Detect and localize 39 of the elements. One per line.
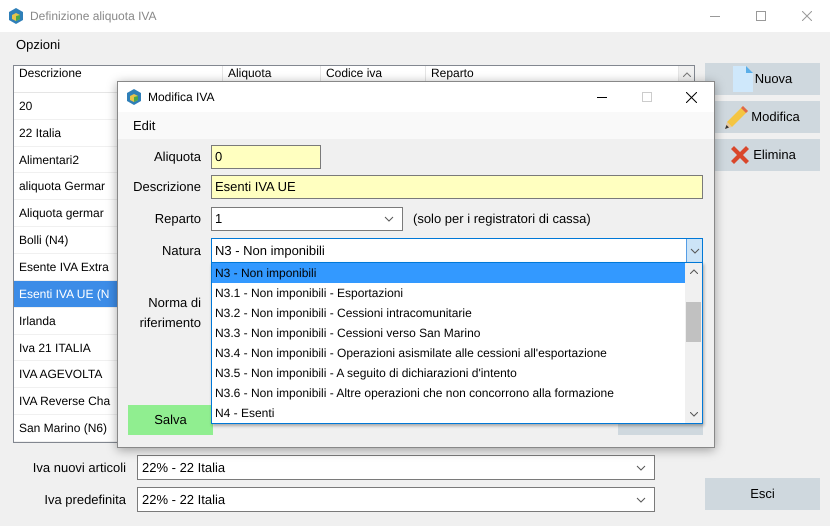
action-button[interactable]: Nuova (705, 63, 820, 95)
field-label: Natura (160, 242, 201, 260)
scroll-down-icon (690, 412, 698, 417)
delete-icon (729, 144, 752, 166)
menu-item[interactable]: Opzioni (16, 35, 60, 55)
scrollbar[interactable] (685, 263, 702, 423)
select-field[interactable]: 22% - 22 Italia (137, 487, 655, 512)
menu-item[interactable]: Edit (133, 116, 156, 136)
select-field[interactable]: 22% - 22 Italia (137, 455, 655, 480)
dropdown-option[interactable]: N4 - Esenti (212, 403, 685, 423)
select-field[interactable]: 1 (211, 207, 403, 231)
close-icon (802, 11, 812, 21)
window-title: Definizione aliquota IVA (30, 8, 157, 25)
scroll-up-icon (682, 72, 690, 77)
field-label: Reparto (154, 210, 201, 228)
chevron-down-icon (690, 248, 700, 254)
scrollbar-thumb[interactable] (686, 302, 701, 342)
field-label: Iva nuovi articoli (32, 458, 126, 477)
close-icon (686, 92, 697, 102)
input-field[interactable]: 0 (211, 145, 321, 169)
input-field[interactable]: Esenti IVA UE (211, 175, 703, 199)
field-note: (solo per i registratori di cassa) (413, 210, 591, 228)
exit-button[interactable]: Esci (705, 478, 820, 510)
field-label: Iva predefinita (43, 490, 126, 509)
field-label: Descrizione (132, 178, 201, 196)
save-button[interactable]: Salva (128, 405, 213, 435)
scroll-up-icon (690, 269, 698, 274)
dropdown-option[interactable]: N3 - Non imponibili (212, 263, 685, 283)
pencil-icon (725, 105, 750, 129)
chevron-down-icon (384, 216, 394, 222)
app-icon (127, 89, 141, 105)
field-label: Aliquota (153, 148, 201, 166)
chevron-down-icon (636, 464, 646, 470)
document-icon (732, 66, 753, 92)
dialog-title: Modifica IVA (148, 89, 214, 106)
chevron-down-icon (636, 496, 646, 502)
field-label: Norma di riferimento (138, 294, 201, 332)
select-field[interactable]: N3 - Non imponibili (211, 238, 703, 263)
app-icon (9, 8, 23, 24)
